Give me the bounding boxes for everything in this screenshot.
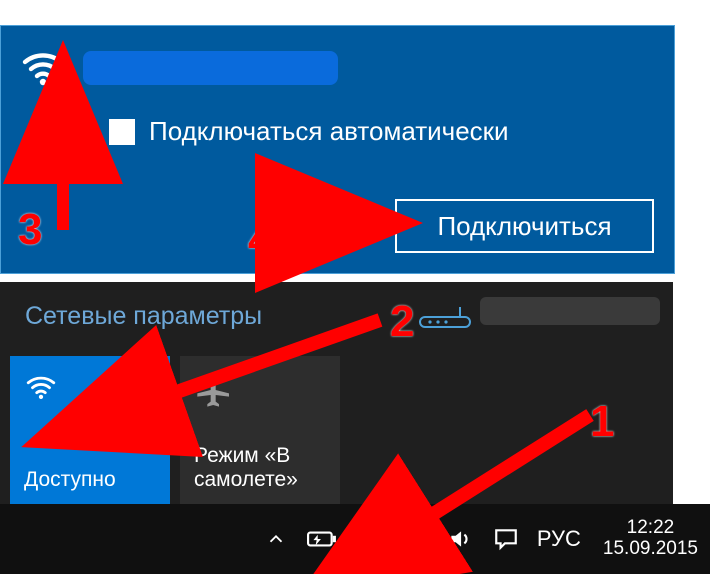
auto-connect-checkbox[interactable] [109, 119, 135, 145]
battery-icon[interactable] [307, 524, 337, 554]
airplane-tile-label: Режим «В самолете» [194, 444, 330, 492]
clock[interactable]: 12:22 15.09.2015 [603, 518, 698, 560]
ssid-name [83, 51, 338, 85]
wifi-icon [24, 391, 58, 408]
auto-connect-label: Подключаться автоматически [149, 116, 509, 147]
wifi-tile[interactable]: Доступно [10, 356, 170, 504]
airplane-icon [194, 397, 234, 414]
network-settings-section: Сетевые параметры Доступно Режим «В само… [0, 282, 673, 504]
wifi-icon [19, 44, 67, 92]
auto-connect-row[interactable]: Подключаться автоматически [109, 116, 674, 147]
tray-chevron-icon[interactable] [261, 524, 291, 554]
airplane-mode-tile[interactable]: Режим «В самолете» [180, 356, 340, 504]
annotation-number-2: 2 [390, 300, 414, 344]
wifi-tray-icon[interactable] [399, 524, 429, 554]
connect-button[interactable]: Подключиться [395, 199, 654, 253]
volume-icon[interactable] [445, 524, 475, 554]
network-settings-title: Сетевые параметры [25, 302, 262, 331]
selected-network-row[interactable] [1, 26, 674, 100]
action-center-icon[interactable] [491, 524, 521, 554]
annotation-number-3: 3 [18, 208, 42, 252]
language-indicator[interactable]: РУС [537, 526, 581, 552]
router-name [480, 297, 660, 325]
annotation-number-1: 1 [590, 400, 614, 444]
router-icon [418, 305, 472, 336]
connect-button-label: Подключиться [437, 211, 611, 242]
annotation-number-4: 4 [248, 218, 272, 262]
taskbar: * РУС 12:22 15.09.2015 [0, 504, 710, 574]
clock-date: 15.09.2015 [603, 539, 698, 560]
clock-time: 12:22 [603, 518, 698, 539]
network-asterisk-icon: * [353, 524, 383, 554]
network-flyout-selected: Подключаться автоматически Подключиться [0, 25, 675, 274]
wifi-tile-label: Доступно [24, 468, 116, 492]
